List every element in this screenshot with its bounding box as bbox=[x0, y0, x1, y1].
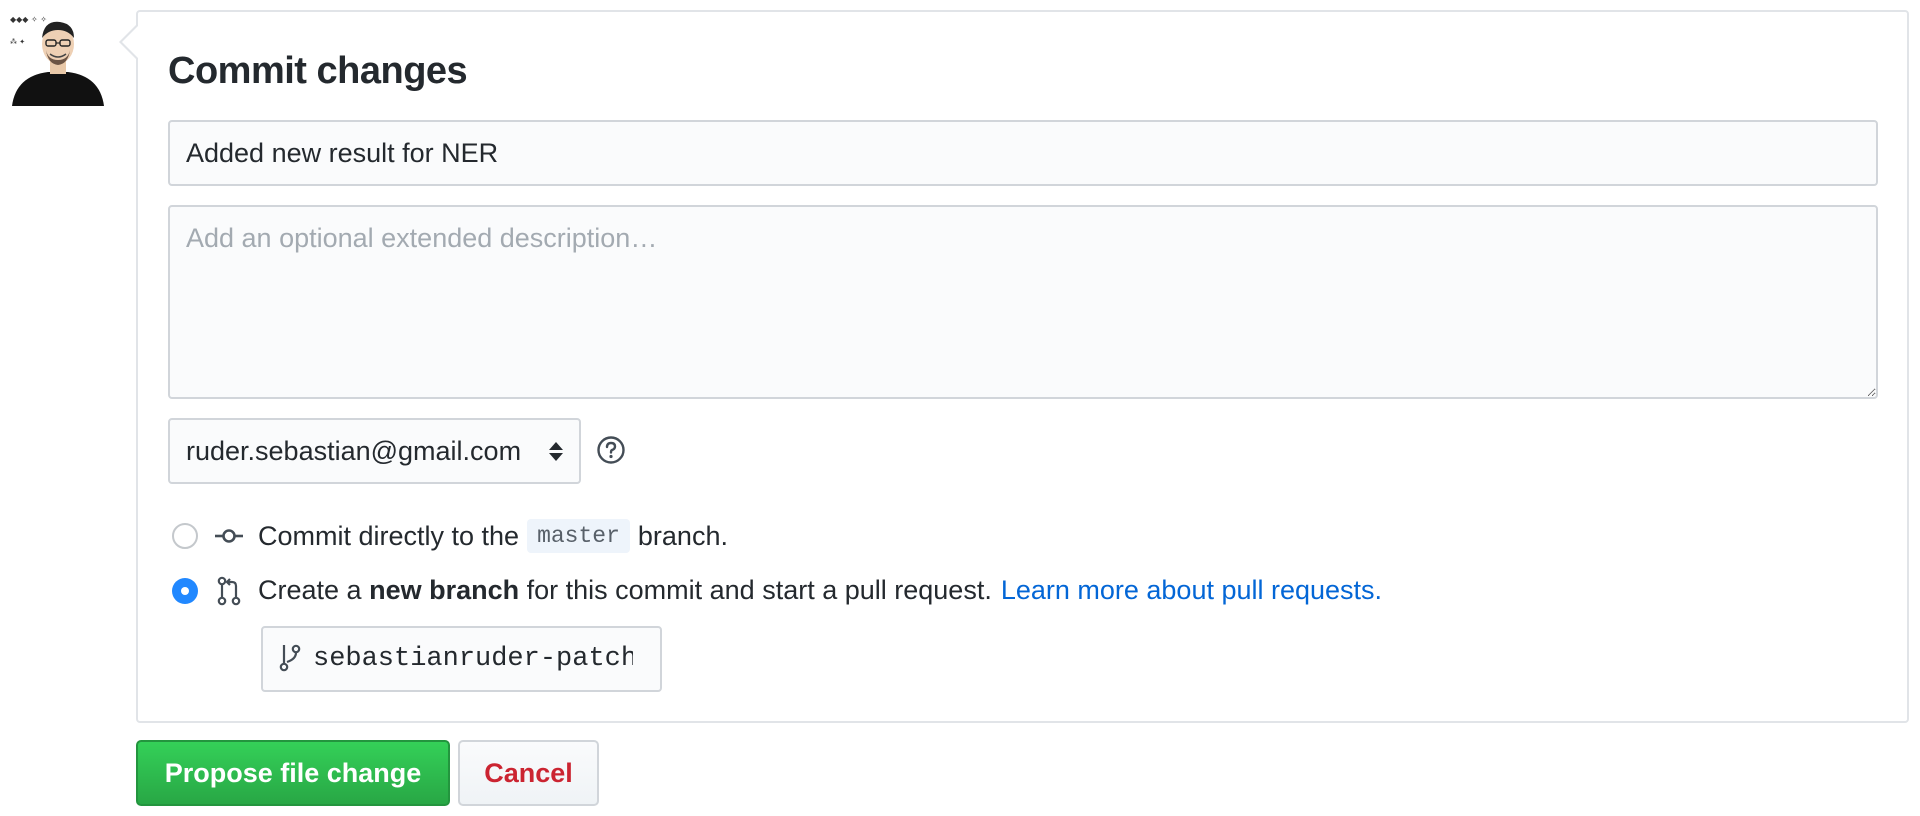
branch-name-field[interactable] bbox=[261, 626, 662, 692]
question-icon[interactable] bbox=[596, 435, 626, 470]
commit-description-textarea[interactable] bbox=[168, 205, 1878, 399]
new-branch-option[interactable]: Create a new branch for this commit and … bbox=[172, 575, 1382, 606]
new-branch-text-suffix: for this commit and start a pull request… bbox=[526, 575, 992, 605]
comment-caret-fill bbox=[122, 26, 138, 58]
page-title: Commit changes bbox=[168, 50, 468, 92]
git-pull-request-icon bbox=[214, 576, 244, 606]
commit-summary-input[interactable] bbox=[168, 120, 1878, 186]
propose-file-change-button[interactable]: Propose file change bbox=[136, 740, 450, 806]
new-branch-text-prefix: Create a bbox=[258, 575, 362, 605]
commit-direct-option[interactable]: Commit directly to the master branch. bbox=[172, 519, 728, 553]
author-email-select[interactable]: ruder.sebastian@gmail.com bbox=[168, 418, 581, 484]
user-avatar[interactable]: ◆◆◆ ✧ ✧ ⁂ ✦ bbox=[8, 10, 108, 106]
select-arrows-icon bbox=[549, 441, 563, 461]
git-branch-icon bbox=[279, 642, 301, 677]
learn-more-pull-requests-link[interactable]: Learn more about pull requests. bbox=[1001, 575, 1382, 606]
author-email-value: ruder.sebastian@gmail.com bbox=[186, 435, 522, 466]
commit-direct-radio[interactable] bbox=[172, 523, 198, 549]
new-branch-radio[interactable] bbox=[172, 577, 198, 604]
svg-text:◆◆◆ ✧ ✧: ◆◆◆ ✧ ✧ bbox=[10, 15, 47, 24]
cancel-button[interactable]: Cancel bbox=[458, 740, 599, 806]
commit-direct-text: Commit directly to the bbox=[258, 520, 520, 551]
new-branch-text-bold: new branch bbox=[369, 575, 520, 605]
git-commit-icon bbox=[214, 521, 244, 551]
commit-direct-suffix: branch. bbox=[637, 520, 728, 551]
master-branch-name: master bbox=[527, 519, 630, 553]
branch-name-input[interactable] bbox=[313, 644, 633, 674]
svg-text:⁂ ✦: ⁂ ✦ bbox=[10, 38, 25, 46]
